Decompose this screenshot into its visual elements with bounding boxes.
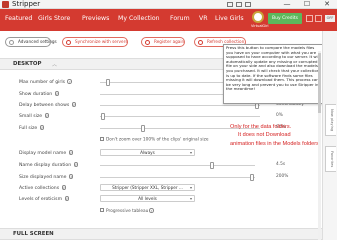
help-icon[interactable]: ?: [39, 125, 45, 130]
panel-scrollbar[interactable]: [318, 51, 321, 240]
slider-thumb[interactable]: [106, 79, 110, 86]
main-nav: Featured Girls Store Previews My Collect…: [0, 9, 337, 31]
help-icon[interactable]: ?: [64, 196, 70, 201]
note-line-3: animation files in the Models folders: [230, 140, 319, 147]
window-icon[interactable]: [236, 2, 242, 7]
section-title: FULL SCREEN: [13, 231, 54, 237]
tab-now-playing[interactable]: Now playing: [325, 104, 336, 136]
brand-logo-text: VirtualGirl: [251, 24, 269, 28]
help-icon[interactable]: ?: [68, 174, 74, 179]
dont-zoom-label: Don't zoom over 100% of the clips' origi…: [106, 137, 209, 143]
name-duration-label: Name display duration ?: [19, 162, 79, 168]
chevron-down-icon: ▾: [189, 196, 192, 201]
delay-label: Delay between shows ?: [19, 102, 77, 108]
progressive-label: Progressive tableau: [106, 208, 149, 214]
fullscreen-section-header[interactable]: FULL SCREEN: [0, 228, 322, 240]
chevron-up-icon: ︿: [52, 62, 58, 68]
size-name-value: 200%: [276, 174, 289, 179]
name-duration-slider[interactable]: [100, 162, 255, 169]
screenshot-icon[interactable]: [227, 2, 233, 7]
nav-previews[interactable]: Previews: [82, 15, 109, 22]
settings-icon[interactable]: [245, 2, 251, 7]
chevron-down-icon: ▾: [189, 185, 192, 190]
register-label: Register again: [154, 39, 185, 44]
advanced-settings-label: Advanced settings: [18, 39, 57, 44]
nav-vr[interactable]: VR: [199, 15, 208, 22]
slider-thumb[interactable]: [209, 162, 214, 169]
title-bar: Stripper — ☐ ✕: [0, 0, 337, 9]
brand-logo-icon[interactable]: [252, 11, 264, 23]
levels-eroticism-select[interactable]: All levels ▾: [100, 195, 195, 202]
nav-live-girls[interactable]: Live Girls: [215, 15, 244, 22]
advanced-settings-toggle[interactable]: Advanced settings: [5, 37, 57, 47]
nav-forum[interactable]: Forum: [170, 15, 190, 22]
scrollbar-thumb[interactable]: [318, 53, 321, 113]
help-icon[interactable]: ?: [61, 185, 67, 190]
section-title: DESKTOP: [13, 61, 42, 67]
size-name-label: Size displayed name ?: [19, 174, 74, 180]
tab-favorites[interactable]: Favorites: [325, 146, 336, 172]
help-icon[interactable]: ?: [73, 162, 79, 167]
chevron-down-icon: ▾: [189, 150, 192, 155]
active-collections-select[interactable]: Stripper (Stripper XXL, Stripper ... ▾: [100, 184, 195, 191]
checkbox-box[interactable]: [100, 137, 104, 141]
synchronize-button[interactable]: Synchronize with servers: [62, 37, 128, 47]
size-name-slider[interactable]: [100, 174, 255, 181]
small-size-value: 0%: [276, 113, 283, 118]
full-size-label: Full size ?: [19, 125, 45, 131]
refresh-icon: [198, 39, 203, 45]
note-line-2: It does not Download: [238, 132, 291, 139]
list-view-icon[interactable]: [306, 15, 313, 22]
max-girls-label: Max number of girls ?: [19, 79, 72, 85]
synchronize-label: Synchronize with servers: [75, 39, 128, 44]
help-icon[interactable]: ?: [44, 113, 50, 118]
help-icon[interactable]: ?: [67, 79, 72, 84]
slider-thumb[interactable]: [249, 174, 254, 181]
register-again-button[interactable]: Register again: [141, 37, 185, 47]
levels-eroticism-label: Levels of eroticism ?: [19, 196, 70, 202]
note-line-1: Only for the data folders.: [230, 124, 292, 130]
buy-credits-button[interactable]: Buy Credits: [268, 13, 302, 24]
annotation-note: Only for the data folders. It does not D…: [230, 123, 330, 148]
checkbox-box[interactable]: [100, 208, 104, 213]
small-size-label: Small size ?: [19, 113, 50, 119]
dont-zoom-checkbox[interactable]: Don't zoom over 100% of the clips' origi…: [100, 137, 209, 143]
minimize-button[interactable]: —: [277, 0, 297, 9]
close-button[interactable]: ✕: [317, 0, 337, 9]
maximize-button[interactable]: ☐: [297, 0, 317, 9]
off-toggle[interactable]: OFF: [325, 15, 335, 22]
slider-thumb[interactable]: [101, 113, 106, 120]
help-icon[interactable]: ?: [71, 102, 77, 107]
refresh-tooltip: Press this button to compare the models …: [223, 44, 323, 104]
window-title: Stripper: [12, 0, 41, 8]
right-sidebar: Now playing Favorites: [322, 31, 337, 240]
help-icon[interactable]: ?: [54, 91, 60, 96]
nav-girls-store[interactable]: Girls Store: [38, 15, 70, 22]
check-icon: [9, 39, 14, 45]
sync-icon: [66, 39, 71, 45]
progressive-checkbox[interactable]: Progressive tableau?: [100, 208, 154, 214]
help-icon[interactable]: ?: [68, 150, 74, 155]
small-size-slider[interactable]: [100, 113, 260, 120]
delay-slider[interactable]: [100, 102, 260, 109]
title-tool-icons: [227, 0, 251, 9]
grid-view-icon[interactable]: [315, 15, 322, 22]
nav-featured[interactable]: Featured: [5, 15, 32, 22]
nav-my-collection[interactable]: My Collection: [118, 15, 160, 22]
display-model-name-label: Display model name ?: [19, 150, 74, 156]
show-duration-label: Show duration ?: [19, 91, 60, 97]
name-duration-value: 4.5s: [276, 162, 286, 167]
app-icon: [2, 1, 9, 8]
user-icon: [145, 39, 150, 45]
active-collections-label: Active collections ?: [19, 185, 67, 191]
display-model-name-select[interactable]: Always ▾: [100, 149, 195, 156]
slider-thumb[interactable]: [141, 125, 146, 132]
tooltip-text: Press this button to compare the models …: [226, 45, 320, 92]
help-icon[interactable]: ?: [149, 208, 154, 213]
